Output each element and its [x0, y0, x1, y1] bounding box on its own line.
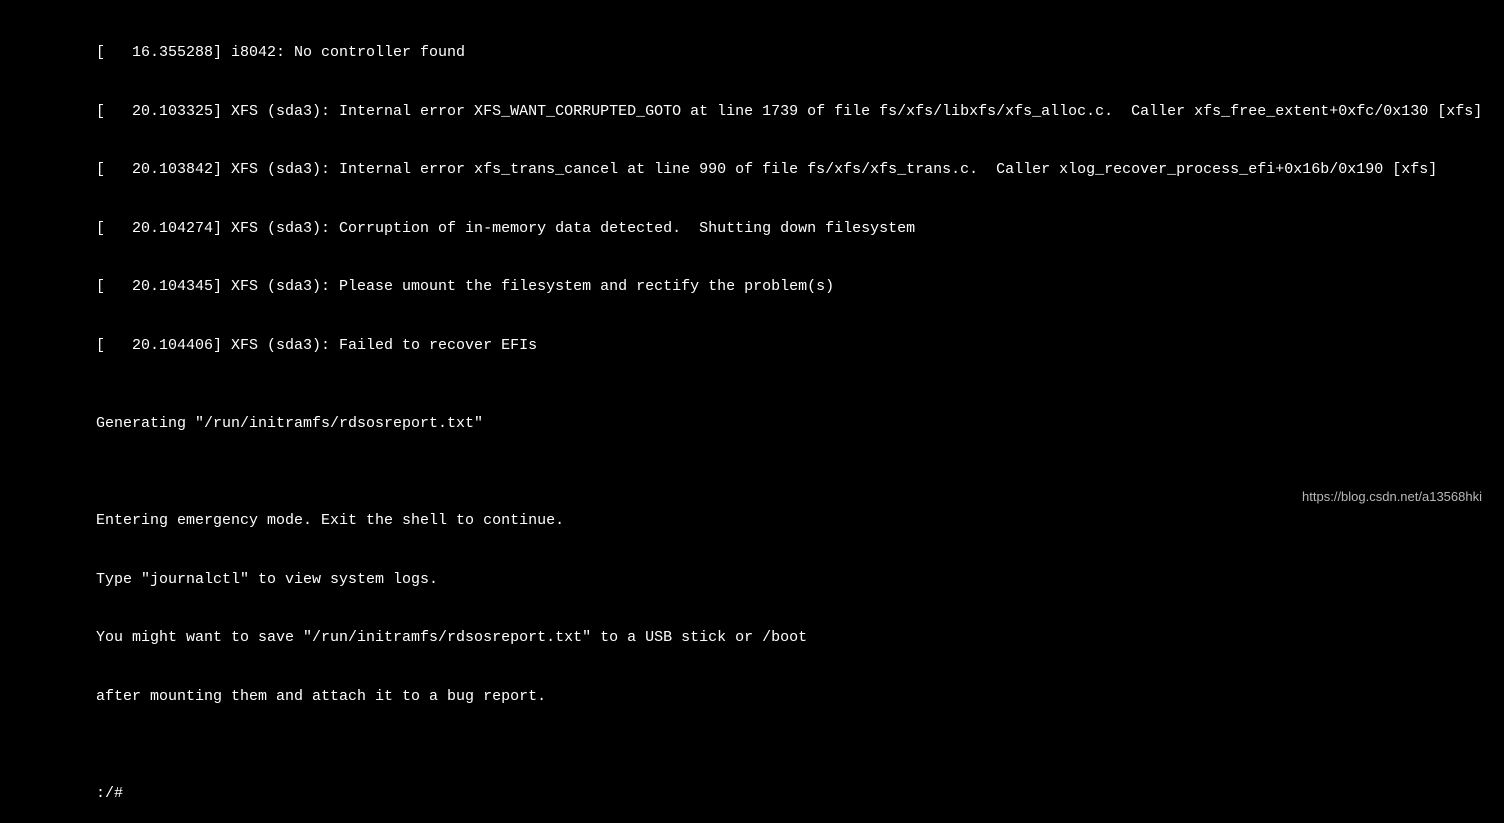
console-line: after mounting them and attach it to a b…: [96, 687, 1504, 707]
console-line: Generating "/run/initramfs/rdsosreport.t…: [96, 414, 1504, 434]
console-line: [ 16.355288] i8042: No controller found: [96, 43, 1504, 63]
terminal-output: [ 16.355288] i8042: No controller found …: [96, 4, 1504, 823]
cursor-icon: [125, 786, 134, 802]
prompt-text: :/#: [96, 784, 123, 804]
console-line: [ 20.103325] XFS (sda3): Internal error …: [96, 102, 1504, 122]
console-line: [ 20.104274] XFS (sda3): Corruption of i…: [96, 219, 1504, 239]
console-line: You might want to save "/run/initramfs/r…: [96, 628, 1504, 648]
console-line: [ 20.104406] XFS (sda3): Failed to recov…: [96, 336, 1504, 356]
console-line: [ 20.104345] XFS (sda3): Please umount t…: [96, 277, 1504, 297]
console-line: Entering emergency mode. Exit the shell …: [96, 511, 1504, 531]
shell-prompt[interactable]: :/#: [96, 784, 1504, 804]
watermark-text: https://blog.csdn.net/a13568hki: [1302, 489, 1482, 506]
console-line: [ 20.103842] XFS (sda3): Internal error …: [96, 160, 1504, 180]
console-line: Type "journalctl" to view system logs.: [96, 570, 1504, 590]
